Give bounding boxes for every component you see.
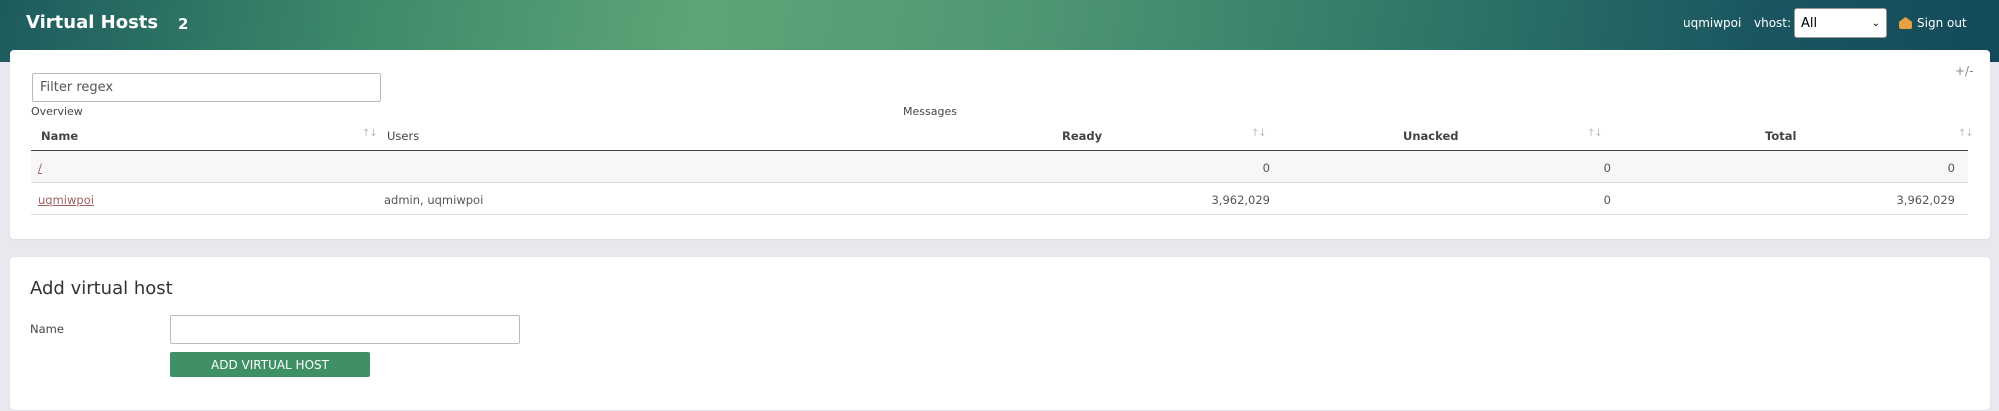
sort-icon[interactable]: ↑↓: [362, 128, 378, 139]
name-label: Name: [30, 322, 64, 336]
ready-cell: 3,962,029: [1211, 193, 1270, 207]
vhost-link[interactable]: /: [38, 161, 42, 175]
column-header-users: Users: [387, 129, 420, 143]
ready-cell: 0: [1262, 161, 1270, 175]
unacked-cell: 0: [1603, 193, 1611, 207]
column-header-total[interactable]: Total: [1765, 129, 1796, 143]
filter-regex-input[interactable]: [32, 73, 381, 102]
sort-icon[interactable]: ↑↓: [1251, 128, 1267, 139]
chevron-down-icon: ⌄: [1871, 17, 1880, 29]
group-header-messages: Messages: [903, 105, 957, 118]
sort-icon[interactable]: ↑↓: [1587, 128, 1603, 139]
vhost-list-panel: +/- Overview Messages Name ↑↓ Users Read…: [10, 50, 1990, 239]
column-header-unacked[interactable]: Unacked: [1403, 129, 1458, 143]
vhost-label: vhost:: [1754, 16, 1792, 30]
vhost-link[interactable]: uqmiwpoi: [38, 193, 94, 207]
add-vhost-panel: Add virtual host Name Add virtual host: [10, 257, 1990, 410]
page-title: Virtual Hosts: [26, 12, 159, 33]
vhost-select[interactable]: All ⌄: [1794, 8, 1887, 38]
sign-out-button[interactable]: Sign out: [1899, 16, 1967, 30]
table-row: / 0 0 0: [31, 151, 1968, 183]
table-row: uqmiwpoi admin, uqmiwpoi 3,962,029 0 3,9…: [31, 183, 1968, 215]
add-vhost-button[interactable]: Add virtual host: [170, 352, 370, 377]
total-cell: 0: [1947, 161, 1955, 175]
unacked-cell: 0: [1603, 161, 1611, 175]
total-cell: 3,962,029: [1896, 193, 1955, 207]
current-user: uqmiwpoi: [1683, 16, 1742, 30]
vhost-select-value: All: [1801, 15, 1818, 31]
vhost-name-input[interactable]: [170, 315, 520, 344]
sign-out-label: Sign out: [1917, 16, 1967, 30]
users-cell: admin, uqmiwpoi: [384, 193, 484, 207]
group-header-overview: Overview: [31, 105, 83, 118]
sort-icon[interactable]: ↑↓: [1958, 128, 1974, 139]
vhost-count-badge: 2: [178, 15, 189, 33]
column-header-name[interactable]: Name: [41, 129, 78, 143]
column-toggle-button[interactable]: +/-: [1955, 64, 1973, 78]
add-vhost-title: Add virtual host: [30, 278, 173, 299]
home-icon: [1899, 17, 1912, 29]
column-header-ready[interactable]: Ready: [1062, 129, 1102, 143]
